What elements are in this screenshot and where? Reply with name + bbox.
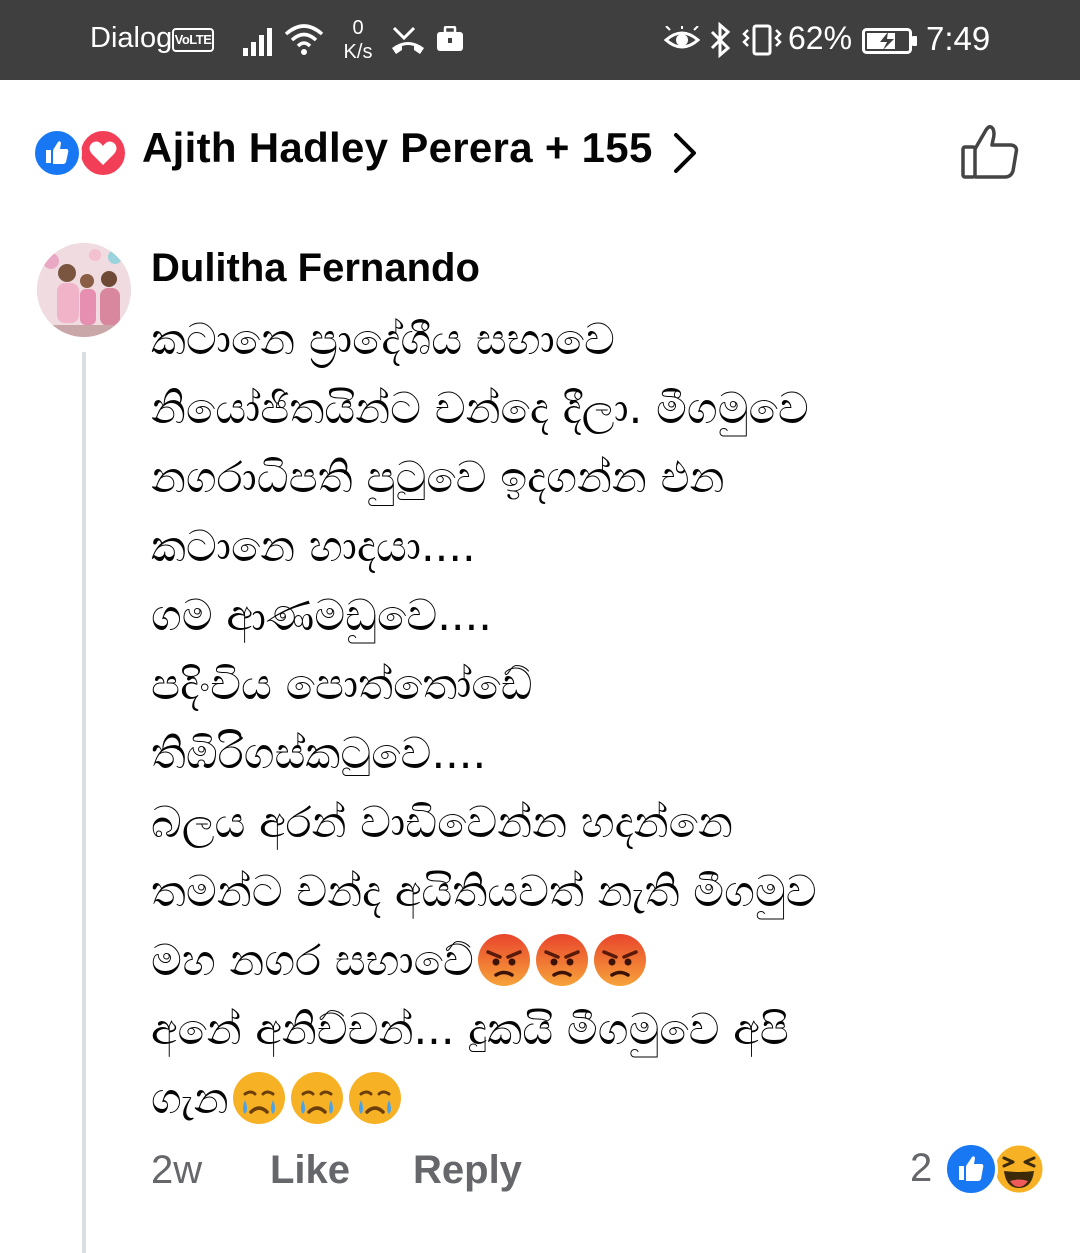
avatar[interactable] — [37, 243, 131, 337]
reactions-header[interactable]: Ajith Hadley Perera + 155 — [0, 80, 1080, 230]
crying-face-icon — [232, 1071, 285, 1124]
missed-call-icon — [392, 26, 424, 54]
thumbs-up-outline-icon[interactable] — [958, 120, 1022, 184]
clock: 7:49 — [926, 20, 991, 57]
comment-line: කටානෙ ප්‍රාදේශීය සභාවෙ — [151, 315, 615, 365]
angry-face-icon — [535, 933, 588, 986]
network-speed: 0 K/s — [338, 16, 378, 64]
battery-charging-icon — [862, 28, 917, 54]
comment-line: ගැන — [151, 1074, 229, 1124]
angry-face-icon — [477, 933, 530, 986]
comment-author[interactable]: Dulitha Fernando — [151, 246, 480, 291]
reply-button[interactable]: Reply — [413, 1148, 522, 1193]
comment-timestamp[interactable]: 2w — [151, 1148, 202, 1193]
volte-badge: VoLTE — [172, 28, 214, 52]
comment-line: බලය අරන් වාඩිවෙන්න හදන්නෙ — [151, 798, 733, 848]
comment-line: පදිංචිය පොත්තෝඩේ — [151, 660, 533, 710]
network-speed-unit: K/s — [343, 41, 373, 63]
signal-icon — [243, 26, 277, 56]
crying-face-icon — [290, 1071, 343, 1124]
like-reaction-icon — [32, 128, 82, 178]
comment-line: නගරාධිපති පුටුවෙ ඉදගන්න එන — [151, 453, 725, 503]
comment-line: ගම ආණමඩුවෙ.... — [151, 591, 492, 641]
reply-thread-line — [82, 352, 86, 1253]
network-speed-value: 0 — [352, 17, 364, 39]
bluetooth-icon — [710, 22, 731, 58]
comment-text: කටානෙ ප්‍රාදේශීය සභාවෙ නියෝජිතයින්ට චන්ද… — [151, 306, 1051, 1134]
like-reaction-icon[interactable] — [944, 1142, 998, 1196]
comment-line: කටානෙ හාදයා.... — [151, 522, 476, 572]
chevron-right-icon[interactable] — [672, 132, 698, 174]
comment-line: තිඹිරිගස්කටුවෙ.... — [151, 729, 487, 779]
love-reaction-icon — [78, 128, 128, 178]
comment-line-with-emoji: ගැන — [151, 1065, 1051, 1134]
battery-percent: 62% — [788, 20, 853, 56]
status-bar: Dialog VoLTE 0 K/s 62% 7:49 — [0, 0, 1080, 80]
comment-line: මහ නගර සභාවේ — [151, 936, 474, 986]
wifi-icon — [284, 24, 324, 55]
comment-line: තමන්ට චන්ද අයිතියවත් නැති මීගමුව — [151, 867, 817, 917]
comment-line: අනේ අනිච්චන්... දුකයි මීගමුවෙ අපි — [151, 1005, 789, 1055]
reactors-names[interactable]: Ajith Hadley Perera + 155 — [142, 124, 653, 172]
like-button[interactable]: Like — [270, 1148, 350, 1193]
crying-face-icon — [348, 1071, 401, 1124]
comment-line: නියෝජිතයින්ට චන්දෙ දීලා. මීගමුවෙ — [151, 384, 809, 434]
carrier-name: Dialog — [90, 22, 173, 54]
reaction-count[interactable]: 2 — [910, 1146, 932, 1191]
haha-reaction-icon[interactable] — [992, 1142, 1046, 1196]
vibrate-icon — [742, 24, 782, 56]
angry-face-icon — [593, 933, 646, 986]
comment-line-with-emoji: මහ නගර සභාවේ — [151, 927, 1051, 996]
eye-icon — [664, 26, 700, 49]
briefcase-icon — [437, 26, 463, 51]
